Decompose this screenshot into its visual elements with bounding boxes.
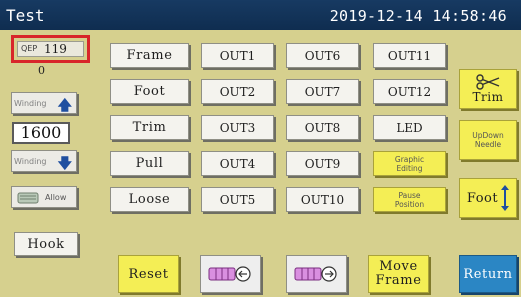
foot-button[interactable]: Foot: [110, 79, 189, 104]
out2-button[interactable]: OUT2: [201, 79, 274, 104]
out11-button[interactable]: OUT11: [373, 43, 446, 68]
qep-counter[interactable]: QEP 119: [11, 35, 90, 63]
qep-value: 119: [44, 42, 67, 56]
loose-button[interactable]: Loose: [110, 187, 189, 212]
foot-toggle-label: Foot: [466, 190, 499, 206]
move-frame-line1: Move: [379, 259, 418, 274]
foot-toggle-button[interactable]: Foot: [459, 178, 517, 218]
title-bar: Test 2019-12-14 14:58:46: [0, 0, 521, 30]
pause-position-line2: Position: [394, 199, 425, 209]
window-title: Test: [6, 6, 45, 25]
pull-button[interactable]: Pull: [110, 151, 189, 176]
graphic-editing-button[interactable]: Graphic Editing: [373, 151, 446, 176]
out8-button[interactable]: OUT8: [286, 115, 359, 140]
graphic-editing-line1: Graphic: [394, 154, 425, 164]
winding-down-button[interactable]: Winding 🡇: [11, 150, 77, 172]
bobbin-right-icon: [293, 262, 341, 286]
graphic-editing-line2: Editing: [396, 163, 423, 173]
return-button[interactable]: Return: [459, 255, 517, 293]
trim-cut-button[interactable]: Trim: [459, 69, 517, 109]
out5-button[interactable]: OUT5: [201, 187, 274, 212]
bobbin-right-button[interactable]: [286, 255, 347, 293]
pause-position-line1: Pause: [398, 190, 421, 200]
out7-button[interactable]: OUT7: [286, 79, 359, 104]
hook-button[interactable]: Hook: [14, 232, 78, 256]
out6-button[interactable]: OUT6: [286, 43, 359, 68]
thread-spool-icon: [17, 191, 39, 205]
out3-button[interactable]: OUT3: [201, 115, 274, 140]
qep-display: QEP 119: [17, 41, 84, 57]
out10-button[interactable]: OUT10: [286, 187, 359, 212]
counter-sub-value: 0: [38, 64, 45, 77]
double-arrow-icon: [501, 185, 510, 211]
move-frame-line2: Frame: [375, 273, 422, 288]
hmi-screen: { "window": { "title": "Test", "datetime…: [0, 0, 521, 297]
updown-needle-button[interactable]: UpDown Needle: [459, 120, 517, 160]
trim-cut-label: Trim: [472, 90, 504, 104]
winding-up-button[interactable]: Winding 🡅: [11, 92, 77, 114]
bobbin-left-icon: [207, 262, 255, 286]
led-button[interactable]: LED: [373, 115, 446, 140]
out4-button[interactable]: OUT4: [201, 151, 274, 176]
winding-value-field[interactable]: 1600: [12, 122, 70, 144]
out1-button[interactable]: OUT1: [201, 43, 274, 68]
bobbin-left-button[interactable]: [200, 255, 261, 293]
reset-button[interactable]: Reset: [118, 255, 179, 293]
arrow-down-icon: 🡇: [57, 156, 72, 172]
move-frame-button[interactable]: Move Frame: [368, 255, 429, 293]
updown-needle-line1: UpDown: [472, 131, 504, 140]
out12-button[interactable]: OUT12: [373, 79, 446, 104]
out9-button[interactable]: OUT9: [286, 151, 359, 176]
scissors-icon: [475, 74, 501, 90]
winding-up-label: Winding: [14, 99, 47, 108]
winding-down-label: Winding: [14, 157, 47, 166]
qep-label: QEP: [21, 44, 38, 53]
updown-needle-line2: Needle: [474, 140, 502, 149]
pause-position-button[interactable]: Pause Position: [373, 187, 446, 212]
allow-button[interactable]: Allow: [11, 186, 77, 208]
frame-button[interactable]: Frame: [110, 43, 189, 68]
datetime-display: 2019-12-14 14:58:46: [329, 7, 507, 25]
arrow-up-icon: 🡅: [57, 98, 72, 114]
allow-label: Allow: [45, 193, 67, 202]
trim-button[interactable]: Trim: [110, 115, 189, 140]
